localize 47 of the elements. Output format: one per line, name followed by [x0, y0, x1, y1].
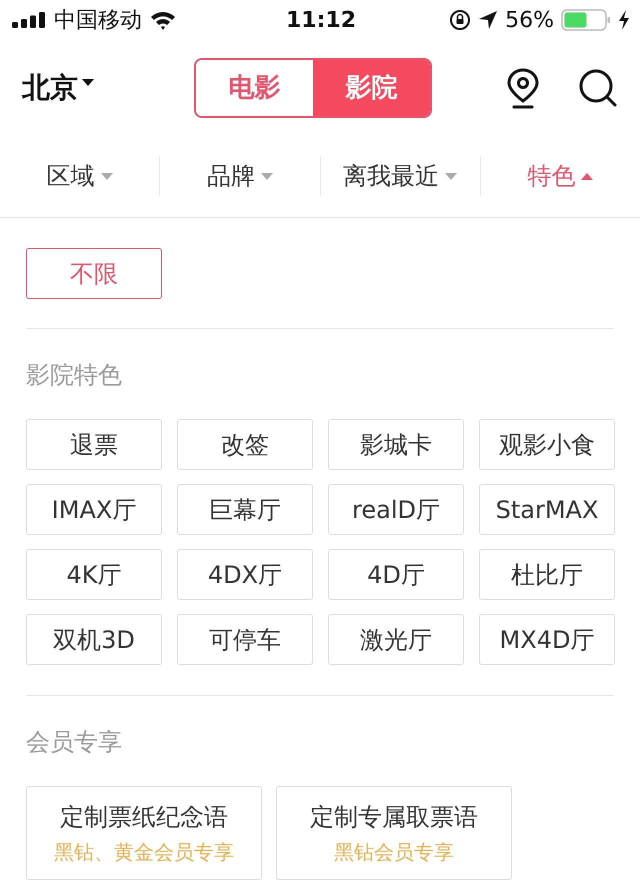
member-option-card[interactable]: 定制专属取票语 黑钻会员专享 [276, 786, 512, 880]
option-chip[interactable]: StarMAX [479, 484, 615, 535]
option-chip[interactable]: 不限 [26, 248, 162, 299]
wifi-icon [150, 10, 176, 30]
option-chip[interactable]: 激光厅 [328, 614, 464, 665]
signal-icon [12, 12, 46, 28]
caret-down-icon [82, 79, 94, 86]
filter-tab[interactable]: 区域 [46, 160, 95, 192]
option-chip[interactable]: 观影小食 [479, 419, 615, 470]
rotation-lock-icon [449, 9, 472, 31]
option-chip[interactable]: MX4D厅 [479, 614, 615, 665]
option-chip[interactable]: 可停车 [177, 614, 313, 665]
option-chip[interactable]: 退票 [26, 419, 162, 470]
section-title: 会员专享 [26, 727, 123, 758]
battery-icon [561, 9, 611, 31]
option-chip[interactable]: IMAX厅 [26, 484, 162, 535]
option-label: 定制专属取票语 [310, 802, 478, 832]
caret-up-icon [581, 172, 594, 180]
option-chip[interactable]: 双机3D [26, 614, 162, 665]
option-chip[interactable]: realD厅 [328, 484, 464, 535]
caret-down-icon [100, 172, 113, 180]
segment-tab[interactable]: 影院 [313, 60, 430, 116]
location-pin-icon[interactable] [506, 66, 540, 108]
option-chip[interactable]: 影城卡 [328, 419, 464, 470]
battery-percent: 56% [505, 8, 554, 32]
filter-tab[interactable]: 特色 [527, 160, 576, 192]
section-title: 影院特色 [26, 360, 123, 391]
charging-icon [618, 10, 630, 30]
option-chip[interactable]: 改签 [177, 419, 313, 470]
location-arrow-icon [478, 10, 498, 30]
option-chip[interactable]: 巨幕厅 [177, 484, 313, 535]
option-chip[interactable]: 4D厅 [328, 549, 464, 600]
member-note: 黑钻会员专享 [334, 838, 454, 866]
filter-tab[interactable]: 品牌 [206, 160, 255, 192]
caret-down-icon [445, 172, 458, 180]
status-time: 11:12 [286, 8, 356, 32]
caret-down-icon [260, 172, 273, 180]
option-chip[interactable]: 4DX厅 [177, 549, 313, 600]
city-selector[interactable]: 北京 [22, 68, 78, 106]
member-note: 黑钻、黄金会员专享 [54, 838, 234, 866]
option-chip[interactable]: 杜比厅 [479, 549, 615, 600]
member-option-card[interactable]: 定制票纸纪念语 黑钻、黄金会员专享 [26, 786, 262, 880]
option-label: 定制票纸纪念语 [60, 802, 228, 832]
search-icon[interactable] [578, 68, 618, 108]
carrier-name: 中国移动 [54, 7, 142, 35]
option-chip[interactable]: 4K厅 [26, 549, 162, 600]
filter-tab[interactable]: 离我最近 [343, 160, 440, 192]
